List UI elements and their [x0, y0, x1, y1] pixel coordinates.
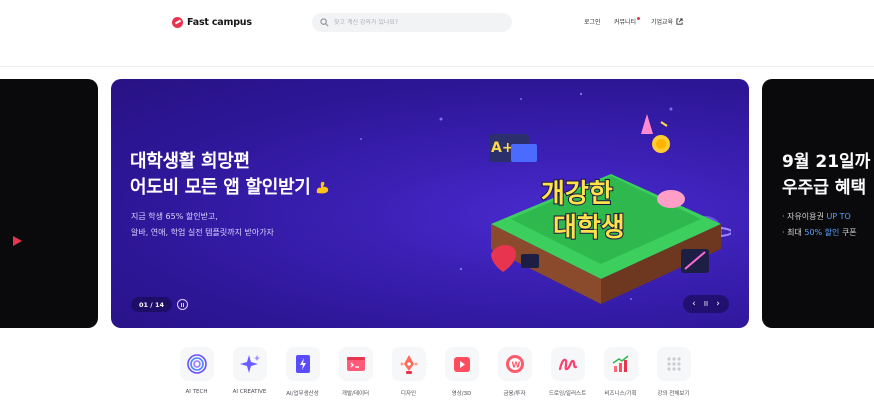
login-link[interactable]: 로그인: [584, 17, 601, 26]
art-badge: A+: [491, 140, 514, 156]
category-label: 금융/투자: [503, 391, 526, 397]
new-dot-indicator: [637, 17, 641, 20]
campus-island-illustration: A+ 개강한 대학생: [489, 114, 731, 304]
grid-dots-icon: [656, 347, 691, 381]
play-triangle-icon: [13, 236, 22, 246]
community-link[interactable]: 커뮤니티: [614, 17, 641, 26]
flexed-biceps-icon: [316, 181, 328, 194]
video-play-icon: [444, 347, 479, 381]
next-slide-button[interactable]: ›: [716, 295, 720, 313]
business-education-link[interactable]: 기업교육: [651, 17, 683, 26]
category-ai-tech[interactable]: AI TECH: [170, 347, 223, 397]
search-input[interactable]: [334, 19, 504, 26]
category-shortcuts: AI TECH AI CREATIVE AI/업무생산성 개발/데이터 디자인 …: [170, 347, 700, 397]
category-label: AI TECH: [185, 389, 208, 395]
next-banner-description: · 자유이용권 UP TO · 최대 50% 할인 쿠폰: [782, 209, 857, 241]
category-business[interactable]: 비즈니스/기획: [594, 347, 647, 397]
autoplay-pause-button[interactable]: [177, 299, 188, 310]
search-bar[interactable]: [312, 13, 512, 32]
next-desc-2-prefix: · 최대: [782, 228, 805, 237]
category-label: AI/업무생산성: [286, 391, 319, 397]
category-drawing[interactable]: 드로잉/일러스트: [541, 347, 594, 397]
category-label: 개발/데이터: [341, 391, 370, 397]
header-divider: [0, 66, 874, 67]
terminal-icon: [338, 347, 373, 381]
growth-chart-icon: [603, 347, 638, 381]
next-desc-2-suffix: 쿠폰: [839, 228, 857, 237]
next-banner-desc-line-2: · 최대 50% 할인 쿠폰: [782, 225, 857, 241]
search-icon[interactable]: [320, 18, 329, 27]
art-text-1: 개강한: [541, 179, 613, 209]
svg-text:W: W: [511, 361, 520, 370]
next-banner-title-line-2: 우주급 혜택: [782, 178, 867, 198]
next-banner-slide[interactable]: 9월 21일까 우주급 혜택 · 자유이용권 UP TO · 최대 50% 할인…: [762, 79, 874, 328]
next-banner-desc-line-1: · 자유이용권 UP TO: [782, 209, 857, 225]
next-banner-title: 9월 21일까 우주급 혜택: [782, 149, 870, 201]
sparkle-icon: [232, 347, 267, 381]
category-view-all[interactable]: 강의 전체보기: [647, 347, 700, 397]
banner-title-line-2-wrap: 어도비 모든 앱 할인받기: [130, 175, 330, 201]
art-text-2: 대학생: [553, 213, 625, 243]
banner-title-line-1: 대학생활 희망편: [130, 151, 250, 172]
fastcampus-logo[interactable]: Fast campus: [172, 14, 252, 30]
category-dev-data[interactable]: 개발/데이터: [329, 347, 382, 397]
category-label: AI CREATIVE: [232, 389, 267, 395]
pen-tool-icon: [391, 347, 426, 381]
previous-slide-button[interactable]: ‹: [692, 295, 696, 313]
banner-desc-line-2: 알바, 연애, 학업 실전 템플릿까지 받아가자: [131, 228, 274, 237]
main-banner-slide[interactable]: 대학생활 희망편 어도비 모든 앱 할인받기 지금 학생 65% 할인받고, 알…: [111, 79, 749, 328]
category-label: 드로잉/일러스트: [548, 391, 587, 397]
logo-mark-icon: [172, 16, 183, 28]
lightning-document-icon: [285, 347, 320, 381]
category-label: 디자인: [400, 391, 417, 397]
category-ai-creative[interactable]: AI CREATIVE: [223, 347, 276, 397]
pause-slide-button[interactable]: II: [704, 295, 708, 313]
slide-counter: 01 / 14: [131, 297, 172, 312]
coin-icon: W: [497, 347, 532, 381]
category-design[interactable]: 디자인: [382, 347, 435, 397]
next-desc-2-highlight: 50% 할인: [804, 228, 840, 237]
category-video-3d[interactable]: 영상/3D: [435, 347, 488, 397]
external-link-icon: [676, 18, 683, 25]
previous-banner-slide[interactable]: [0, 79, 98, 328]
banner-title-line-2: 어도비 모든 앱 할인받기: [130, 177, 311, 198]
category-label: 비즈니스/기획: [604, 391, 637, 397]
slide-navigation: ‹ II ›: [683, 295, 729, 313]
category-ai-productivity[interactable]: AI/업무생산성: [276, 347, 329, 397]
banner-desc-line-1: 지금 학생 65% 할인받고,: [131, 212, 218, 221]
next-desc-1-highlight: UP TO: [826, 212, 851, 221]
next-banner-title-line-1: 9월 21일까: [782, 152, 871, 172]
category-label: 강의 전체보기: [657, 391, 690, 397]
category-label: 영상/3D: [451, 391, 472, 397]
top-header: Fast campus 로그인 커뮤니티 기업교육: [0, 0, 874, 46]
category-finance[interactable]: W 금융/투자: [488, 347, 541, 397]
logo-text: Fast campus: [187, 16, 252, 28]
next-desc-1-prefix: · 자유이용권: [782, 212, 827, 221]
banner-description: 지금 학생 65% 할인받고, 알바, 연애, 학업 실전 템플릿까지 받아가자: [131, 209, 274, 241]
community-label: 커뮤니티: [614, 19, 637, 26]
ai-tech-icon: [179, 347, 214, 381]
business-label: 기업교육: [651, 19, 674, 26]
banner-title: 대학생활 희망편 어도비 모든 앱 할인받기: [130, 149, 330, 201]
brush-stroke-icon: [550, 347, 585, 381]
